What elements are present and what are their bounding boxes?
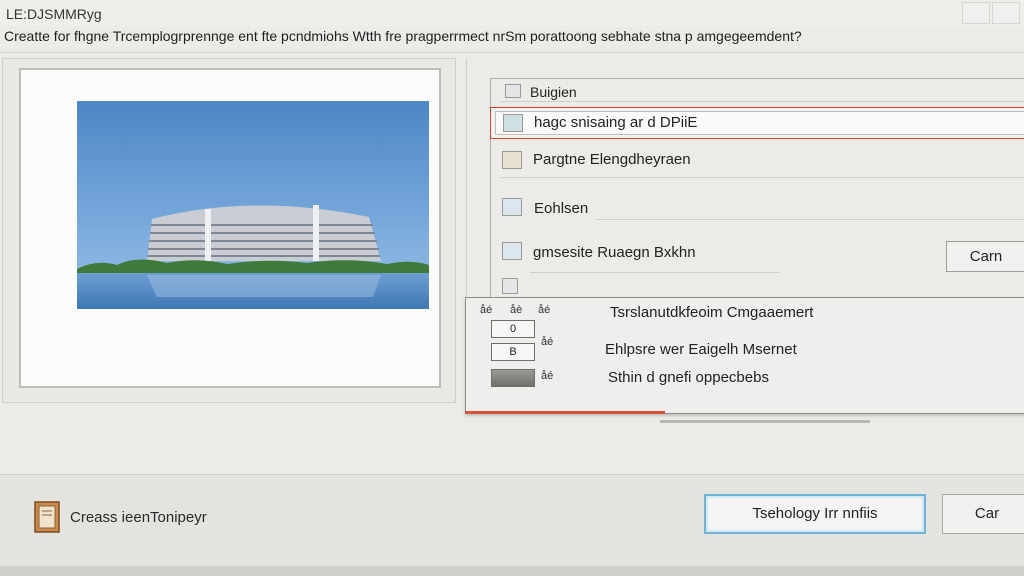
- option-label: Pargtne Elengdheyraen: [533, 151, 691, 168]
- divider: [500, 101, 1024, 102]
- bottom-bar: [0, 566, 1024, 576]
- document-icon: [505, 84, 521, 98]
- title-bar: [0, 0, 1024, 26]
- dropdown-shadow-line: [660, 420, 870, 423]
- dropdown-checkbox[interactable]: [491, 369, 535, 387]
- dropdown-item-mark: åé: [541, 370, 554, 382]
- divider: [0, 52, 1024, 53]
- table-icon: [502, 242, 522, 260]
- dropdown-item-label: Sthin d gnefi oppecbebs: [608, 369, 769, 386]
- small-grid-icon: [502, 278, 518, 294]
- option-label: Eohlsen: [534, 200, 589, 217]
- dropdown-checkbox[interactable]: B: [491, 343, 535, 361]
- option-label: hagc snisaing ar d DPiiE: [534, 114, 698, 131]
- dropdown-item-label: Tsrslanutdkfeoim Cmgaaemert: [610, 304, 814, 321]
- side-action-button[interactable]: Carn: [946, 241, 1024, 272]
- option-label: gmsesite Ruaegn Bxkhn: [533, 244, 696, 261]
- divider: [500, 177, 1024, 178]
- panel-icon: [503, 114, 523, 132]
- divider: [596, 219, 1024, 220]
- close-button[interactable]: [992, 2, 1020, 24]
- grid-icon: [502, 198, 522, 216]
- minimize-button[interactable]: [962, 2, 990, 24]
- primary-button[interactable]: Tsehology Irr nnfiis: [704, 494, 926, 534]
- footer-label: Creass ieenTonipeyr: [70, 509, 207, 526]
- window-title: LE:DJSMMRyg: [6, 6, 102, 22]
- dialog-question: Creatte for fhgne Trcemplogrprennge ent …: [4, 28, 802, 44]
- cancel-button[interactable]: Car: [942, 494, 1024, 534]
- dropdown-item-label: Ehlpsre wer Eaigelh Msernet: [605, 341, 797, 358]
- dropdown-item-mark: åé: [541, 336, 554, 348]
- divider: [530, 272, 780, 273]
- folder-icon: [502, 151, 522, 169]
- options-top-label: Buigien: [530, 84, 577, 100]
- preview-image: [77, 101, 429, 309]
- book-icon: [34, 501, 60, 533]
- dropdown-accent-line: [465, 411, 665, 414]
